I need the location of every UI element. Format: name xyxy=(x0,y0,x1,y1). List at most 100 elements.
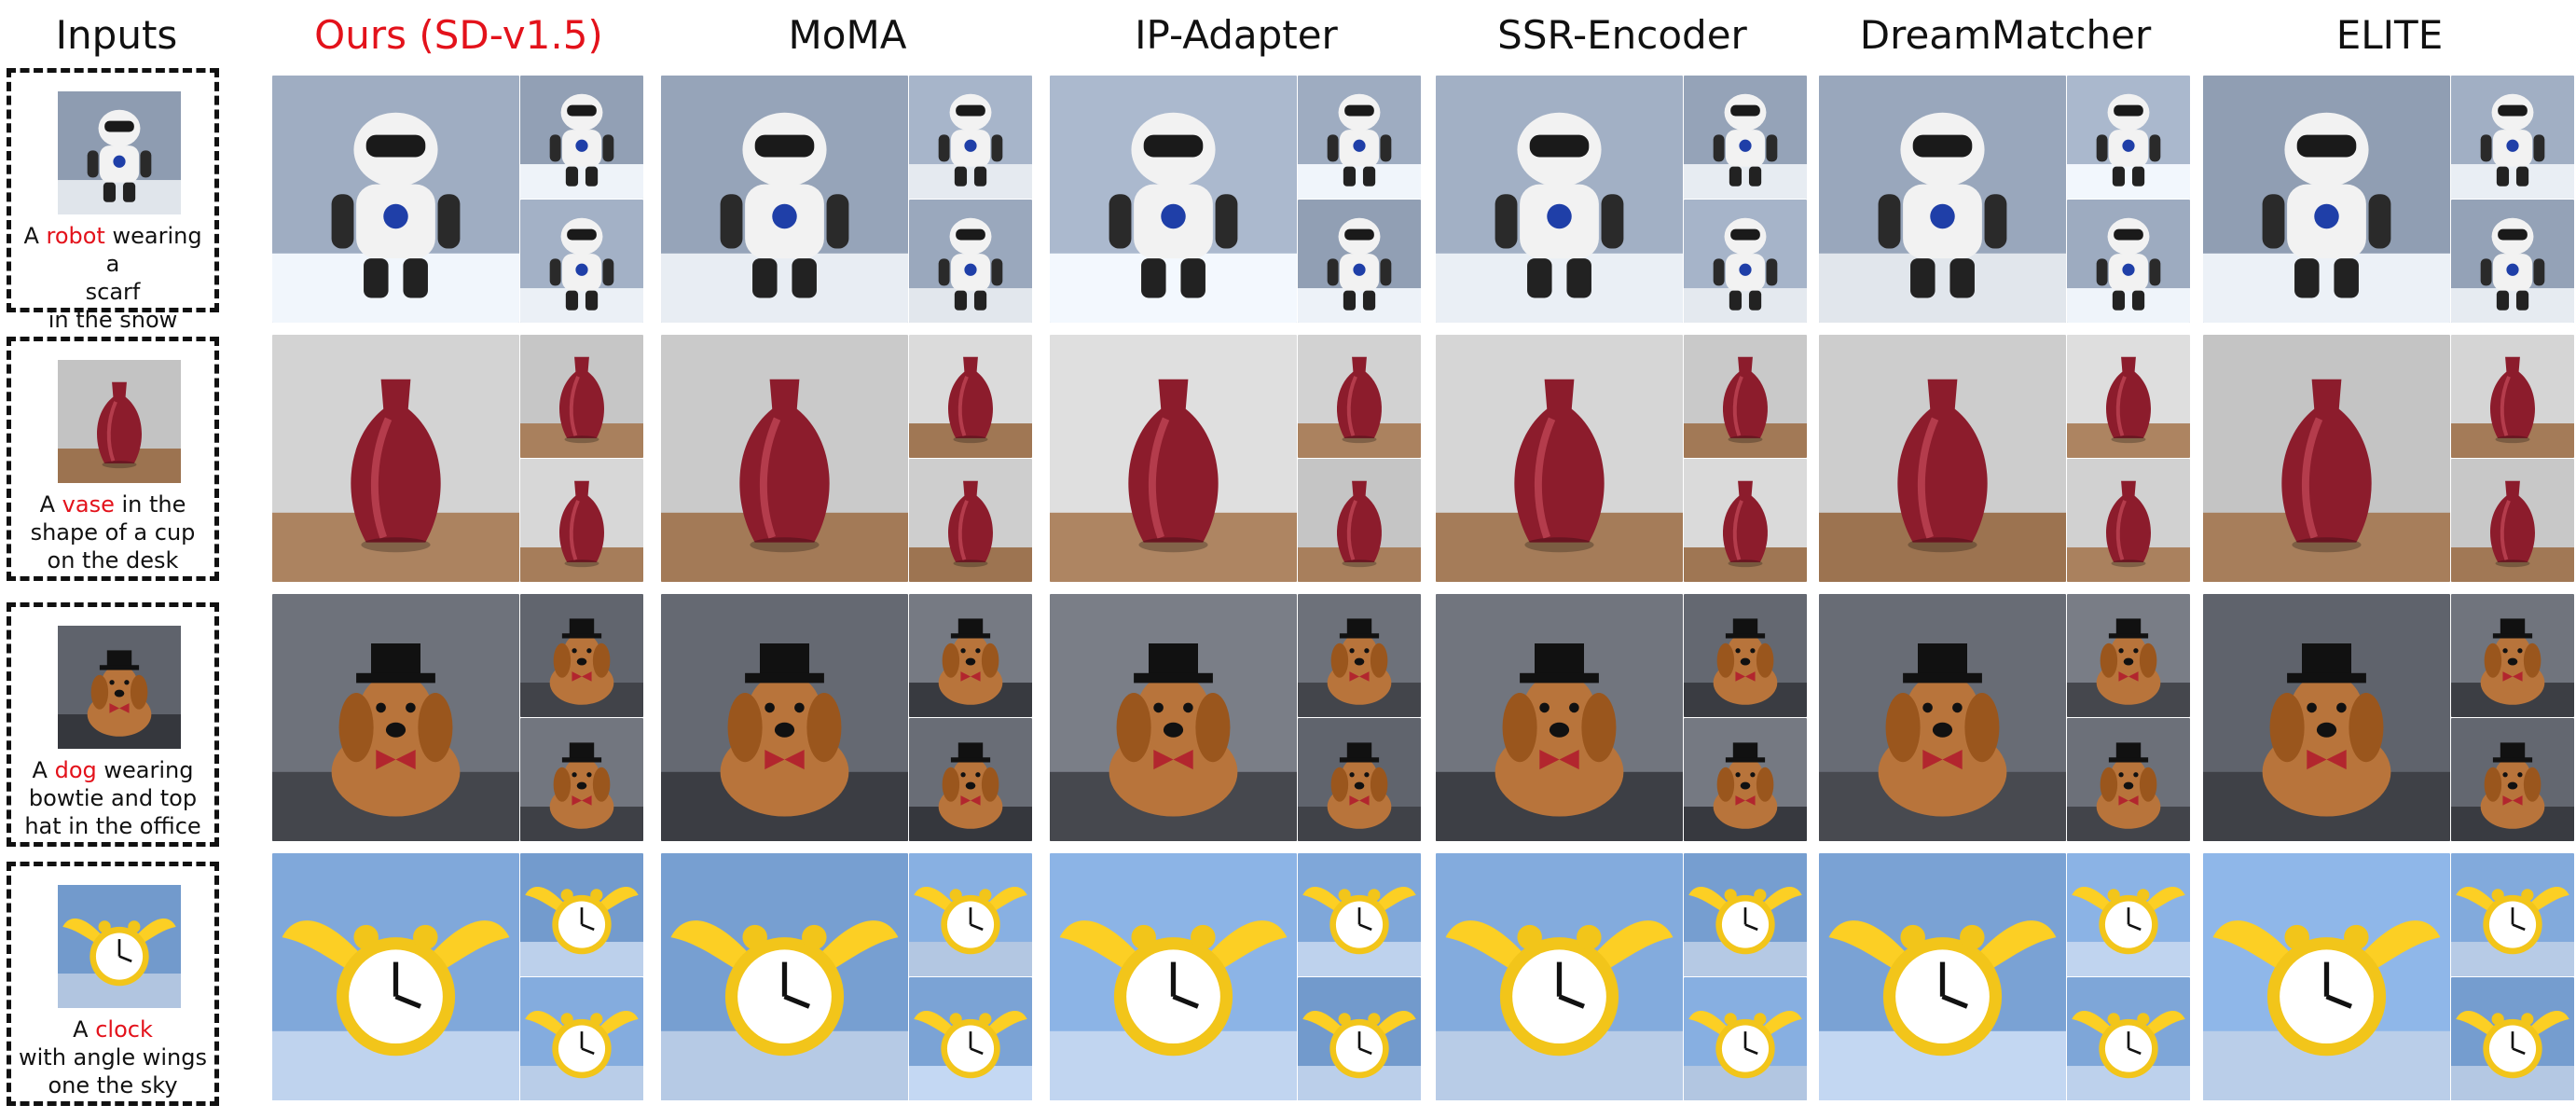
result-thumb-elite-robot xyxy=(2451,76,2574,199)
result-thumb-moma-vase xyxy=(909,335,1032,458)
result-main-moma-dog xyxy=(661,594,908,841)
result-main-ssr-encoder-clock xyxy=(1436,853,1683,1100)
header-method-dreammatcher: DreamMatcher xyxy=(1859,12,2152,58)
result-thumb-ip-adapter-dog xyxy=(1298,594,1421,717)
header-method-ours: Ours (SD-v1.5) xyxy=(314,12,603,58)
result-thumb-dreammatcher-vase xyxy=(2067,335,2190,458)
input-image-vase xyxy=(58,360,181,483)
result-thumb-moma-robot xyxy=(909,76,1032,199)
input-card-dog: A dog wearing bowtie and top hat in the … xyxy=(7,602,219,847)
input-prompt-vase: A vase in the shape of a cup on the desk xyxy=(15,490,211,574)
result-thumb-ours-clock xyxy=(520,853,643,976)
result-thumb-moma-clock xyxy=(909,853,1032,976)
result-main-ours-robot xyxy=(272,76,519,323)
prompt-keyword: dog xyxy=(54,757,97,783)
result-thumb-moma-robot xyxy=(909,200,1032,323)
prompt-text: shape of a cup xyxy=(30,519,196,546)
prompt-keyword: clock xyxy=(95,1016,153,1043)
result-thumb-dreammatcher-dog xyxy=(2067,718,2190,841)
input-prompt-robot: A robot wearing a scarf in the snow xyxy=(15,222,211,334)
result-thumb-ours-robot xyxy=(520,76,643,199)
input-card-clock: A clock with angle wings one the sky xyxy=(7,862,219,1106)
result-thumb-ip-adapter-vase xyxy=(1298,459,1421,582)
result-main-dreammatcher-dog xyxy=(1819,594,2066,841)
result-thumb-ours-clock xyxy=(520,977,643,1100)
result-thumb-ours-robot xyxy=(520,200,643,323)
result-main-elite-vase xyxy=(2203,335,2450,582)
result-thumb-ip-adapter-clock xyxy=(1298,977,1421,1100)
header-method-elite: ELITE xyxy=(2335,12,2444,58)
result-thumb-elite-vase xyxy=(2451,459,2574,582)
result-thumb-elite-dog xyxy=(2451,718,2574,841)
prompt-text: on the desk xyxy=(47,547,179,573)
result-thumb-ssr-encoder-dog xyxy=(1684,718,1807,841)
header-method-ip-adapter: IP-Adapter xyxy=(1135,12,1338,58)
prompt-text: wearing a xyxy=(104,223,202,277)
prompt-text: scarf xyxy=(85,279,141,305)
result-thumb-ours-dog xyxy=(520,718,643,841)
result-main-ours-dog xyxy=(272,594,519,841)
result-thumb-elite-clock xyxy=(2451,977,2574,1100)
prompt-text: wearing xyxy=(96,757,194,783)
header-method-moma: MoMA xyxy=(788,12,907,58)
prompt-text: bowtie and top xyxy=(28,785,198,811)
prompt-text: with angle wings xyxy=(18,1044,207,1071)
result-main-dreammatcher-robot xyxy=(1819,76,2066,323)
result-thumb-ssr-encoder-robot xyxy=(1684,76,1807,199)
result-thumb-ip-adapter-clock xyxy=(1298,853,1421,976)
result-main-dreammatcher-clock xyxy=(1819,853,2066,1100)
result-thumb-moma-vase xyxy=(909,459,1032,582)
prompt-text: A xyxy=(23,223,47,249)
result-thumb-ip-adapter-robot xyxy=(1298,76,1421,199)
result-thumb-ssr-encoder-vase xyxy=(1684,335,1807,458)
result-main-ssr-encoder-robot xyxy=(1436,76,1683,323)
result-thumb-moma-dog xyxy=(909,718,1032,841)
result-thumb-ssr-encoder-vase xyxy=(1684,459,1807,582)
result-main-moma-robot xyxy=(661,76,908,323)
prompt-text: A xyxy=(39,491,62,518)
prompt-keyword: vase xyxy=(62,491,115,518)
result-thumb-elite-dog xyxy=(2451,594,2574,717)
result-main-ip-adapter-clock xyxy=(1050,853,1297,1100)
result-thumb-ip-adapter-robot xyxy=(1298,200,1421,323)
result-thumb-ours-vase xyxy=(520,459,643,582)
result-main-elite-dog xyxy=(2203,594,2450,841)
result-main-ssr-encoder-dog xyxy=(1436,594,1683,841)
result-thumb-ssr-encoder-dog xyxy=(1684,594,1807,717)
result-main-ours-clock xyxy=(272,853,519,1100)
result-thumb-elite-robot xyxy=(2451,200,2574,323)
result-thumb-ssr-encoder-clock xyxy=(1684,977,1807,1100)
result-thumb-dreammatcher-robot xyxy=(2067,76,2190,199)
result-thumb-dreammatcher-vase xyxy=(2067,459,2190,582)
result-thumb-dreammatcher-clock xyxy=(2067,853,2190,976)
result-thumb-moma-clock xyxy=(909,977,1032,1100)
result-main-ip-adapter-robot xyxy=(1050,76,1297,323)
result-main-elite-robot xyxy=(2203,76,2450,323)
result-thumb-ip-adapter-dog xyxy=(1298,718,1421,841)
result-main-moma-clock xyxy=(661,853,908,1100)
result-main-ip-adapter-vase xyxy=(1050,335,1297,582)
input-card-robot: A robot wearing a scarf in the snow xyxy=(7,68,219,333)
input-image-dog xyxy=(58,626,181,749)
result-thumb-dreammatcher-robot xyxy=(2067,200,2190,323)
prompt-text: in the xyxy=(114,491,186,518)
prompt-text: hat in the office xyxy=(24,813,201,839)
prompt-text: A xyxy=(32,757,55,783)
input-card-vase: A vase in the shape of a cup on the desk xyxy=(7,337,219,581)
result-main-ours-vase xyxy=(272,335,519,582)
result-thumb-elite-clock xyxy=(2451,853,2574,976)
prompt-text: one the sky xyxy=(48,1072,178,1098)
result-main-ip-adapter-dog xyxy=(1050,594,1297,841)
prompt-keyword: robot xyxy=(46,223,105,249)
result-thumb-ours-dog xyxy=(520,594,643,717)
result-main-elite-clock xyxy=(2203,853,2450,1100)
prompt-text: A xyxy=(73,1016,96,1043)
header-method-ssr-encoder: SSR-Encoder xyxy=(1497,12,1747,58)
result-main-ssr-encoder-vase xyxy=(1436,335,1683,582)
result-thumb-elite-vase xyxy=(2451,335,2574,458)
header-inputs: Inputs xyxy=(55,12,178,58)
result-main-moma-vase xyxy=(661,335,908,582)
result-thumb-ssr-encoder-robot xyxy=(1684,200,1807,323)
input-image-robot xyxy=(58,91,181,214)
result-main-dreammatcher-vase xyxy=(1819,335,2066,582)
